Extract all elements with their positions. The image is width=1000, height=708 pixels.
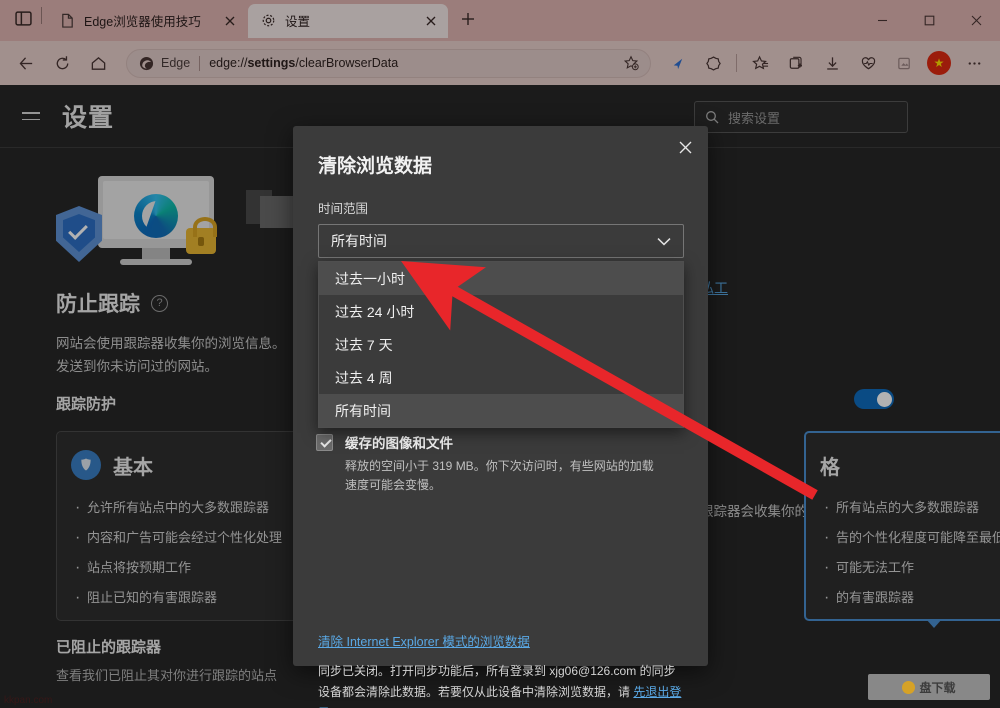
watermark-dot-icon — [902, 681, 915, 694]
dropdown-option-last-24h[interactable]: 过去 24 小时 — [319, 295, 683, 328]
cached-images-desc: 释放的空间小于 319 MB。你下次访问时，有些网站的加载 速度可能会变慢。 — [345, 457, 654, 494]
watermark-badge: 盘下载 — [868, 674, 990, 700]
sync-note-part1: 同步已关闭。打开同步功能后，所有登录到 xjg06@126.com 的同步设备都… — [318, 664, 676, 699]
cached-images-text: 缓存的图像和文件 释放的空间小于 319 MB。你下次访问时，有些网站的加载 速… — [345, 432, 654, 494]
browser-window: Edge浏览器使用技巧 设置 — [0, 0, 1000, 708]
desc-line-2: 速度可能会变慢。 — [345, 476, 654, 495]
cached-images-checkbox[interactable] — [316, 434, 333, 451]
cached-images-row[interactable]: 缓存的图像和文件 释放的空间小于 319 MB。你下次访问时，有些网站的加载 速… — [316, 432, 686, 494]
dropdown-option-last-hour[interactable]: 过去一小时 — [319, 262, 683, 295]
desc-line-1: 释放的空间小于 319 MB。你下次访问时，有些网站的加载 — [345, 457, 654, 476]
dropdown-option-last-7-days[interactable]: 过去 7 天 — [319, 328, 683, 361]
time-range-value: 所有时间 — [331, 231, 657, 251]
dialog-title: 清除浏览数据 — [318, 151, 432, 178]
time-range-dropdown[interactable]: 过去一小时 过去 24 小时 过去 7 天 过去 4 周 所有时间 — [318, 261, 684, 428]
ie-mode-clear-link[interactable]: 清除 Internet Explorer 模式的浏览数据 — [318, 631, 530, 650]
cached-images-label: 缓存的图像和文件 — [345, 432, 654, 452]
time-range-select[interactable]: 所有时间 — [318, 224, 684, 258]
time-range-label: 时间范围 — [318, 198, 368, 217]
dropdown-option-last-4-weeks[interactable]: 过去 4 周 — [319, 361, 683, 394]
chevron-down-icon — [657, 237, 671, 246]
close-icon[interactable] — [670, 132, 700, 162]
clear-browsing-data-dialog: 清除浏览数据 时间范围 所有时间 过去一小时 过去 24 小时 过去 7 天 过… — [293, 126, 708, 666]
watermark-text: 盘下载 — [919, 679, 955, 696]
dropdown-option-all-time[interactable]: 所有时间 — [319, 394, 683, 427]
sync-note: 同步已关闭。打开同步功能后，所有登录到 xjg06@126.com 的同步设备都… — [318, 661, 686, 708]
